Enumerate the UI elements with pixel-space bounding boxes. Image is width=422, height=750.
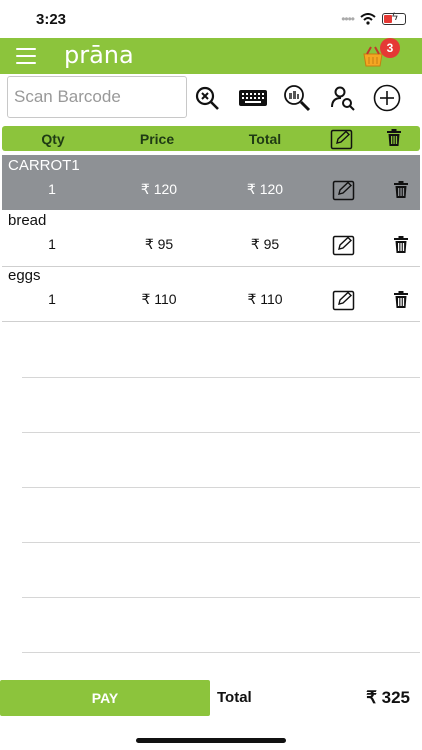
item-price: ₹ 95 — [144, 236, 174, 252]
app-title: prāna — [64, 41, 134, 69]
customer-search-icon[interactable] — [329, 84, 357, 112]
edit-icon[interactable] — [332, 179, 356, 201]
app-bar: prāna — [0, 38, 422, 74]
empty-row-divider — [22, 377, 420, 378]
edit-icon[interactable] — [332, 289, 356, 311]
status-indicators: •••• ϟ — [341, 11, 406, 26]
home-indicator[interactable] — [136, 738, 286, 743]
empty-row-divider — [22, 597, 420, 598]
menu-icon[interactable] — [16, 48, 36, 64]
empty-row-divider — [22, 487, 420, 488]
empty-row-divider — [22, 652, 420, 653]
keyboard-icon[interactable] — [237, 84, 269, 112]
add-circle-icon[interactable] — [373, 84, 401, 112]
zoom-out-clear-icon[interactable] — [193, 84, 221, 112]
item-total: ₹ 120 — [246, 181, 284, 197]
table-header: Qty Price Total — [2, 126, 420, 151]
item-qty: 1 — [48, 181, 56, 197]
item-total: ₹ 110 — [247, 291, 283, 307]
item-qty: 1 — [48, 291, 56, 307]
cart-item-row[interactable]: CARROT1 1 ₹ 120 ₹ 120 — [2, 155, 420, 210]
item-qty: 1 — [48, 236, 56, 252]
item-total: ₹ 95 — [250, 236, 280, 252]
header-qty: Qty — [41, 131, 65, 147]
item-name: eggs — [8, 267, 41, 284]
empty-row-divider — [22, 542, 420, 543]
cart-item-row[interactable]: eggs 1 ₹ 110 ₹ 110 — [2, 265, 420, 320]
wifi-icon — [360, 13, 376, 25]
battery-icon: ϟ — [382, 11, 406, 25]
edit-icon[interactable] — [332, 234, 356, 256]
item-price: ₹ 110 — [141, 291, 177, 307]
row-divider — [2, 321, 420, 322]
delete-icon[interactable] — [393, 291, 409, 309]
scan-barcode-input[interactable] — [7, 76, 187, 118]
status-time: 3:23 — [36, 11, 67, 28]
empty-row-divider — [22, 432, 420, 433]
product-search-icon[interactable] — [283, 84, 311, 112]
total-value: ₹ 325 — [366, 688, 410, 707]
delete-icon[interactable] — [393, 236, 409, 254]
status-bar: 3:23 •••• ϟ — [0, 0, 422, 38]
item-name: bread — [8, 212, 47, 229]
delete-icon[interactable] — [393, 181, 409, 199]
header-edit-icon — [330, 129, 353, 150]
cart-count-badge: 3 — [380, 38, 400, 58]
item-price: ₹ 120 — [140, 181, 178, 197]
pay-button[interactable]: PAY — [0, 680, 210, 716]
header-delete-icon — [387, 129, 401, 146]
header-price: Price — [139, 131, 175, 147]
signal-icon: •••• — [341, 12, 355, 26]
cart-item-row[interactable]: bread 1 ₹ 95 ₹ 95 — [2, 210, 420, 265]
total-label: Total — [217, 689, 252, 706]
header-total: Total — [248, 131, 282, 147]
item-name: CARROT1 — [8, 157, 80, 174]
